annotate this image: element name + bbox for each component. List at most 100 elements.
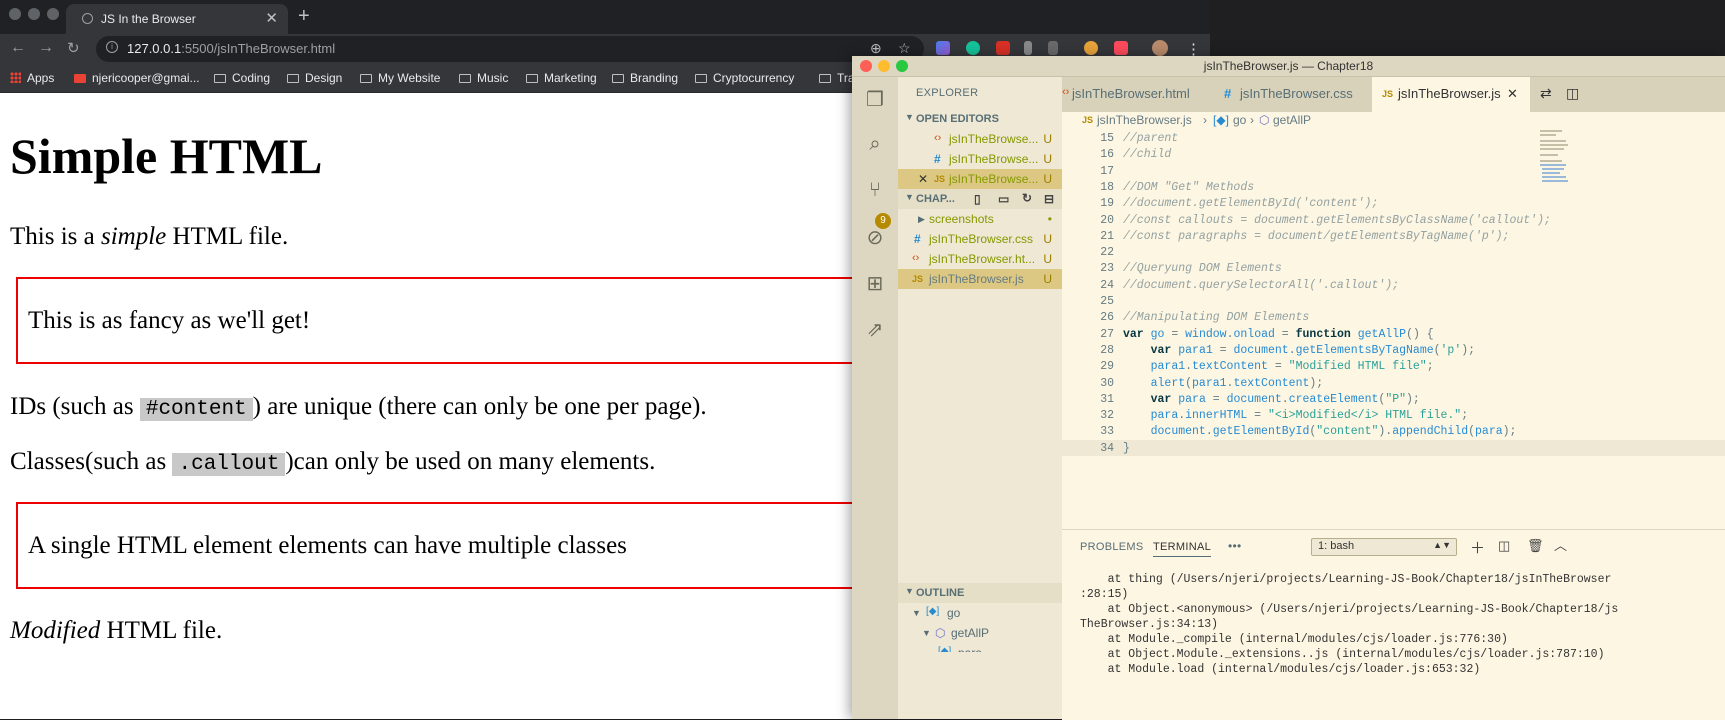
folder-icon [612,74,624,83]
tab-problems[interactable]: PROBLEMS [1080,541,1144,553]
extension-icon[interactable] [1114,41,1128,55]
close-icon[interactable]: ✕ [918,172,928,186]
more-actions-icon[interactable]: ••• [1228,539,1242,553]
new-tab-icon[interactable]: + [298,5,310,28]
close-tab-icon[interactable]: ✕ [265,9,278,27]
split-terminal-icon[interactable]: ◫ [1498,538,1510,554]
bookmark-design[interactable]: Design [287,71,342,85]
back-icon[interactable]: ← [10,39,26,57]
file-tree-item[interactable]: ‹› jsInTheBrowser.ht... U [898,249,1062,269]
code-line[interactable]: var para = document.createElement("P"); [1123,393,1420,406]
bookmark-gmail[interactable]: njericooper@gmai... [74,71,200,85]
code-line[interactable]: //const paragraphs = document/getElement… [1123,230,1509,243]
breadcrumb-function[interactable]: getAllP [1273,113,1311,127]
extension-icon[interactable] [996,41,1010,55]
extension-icon[interactable] [1084,41,1098,55]
chevron-updown-icon: ▲▼ [1433,540,1451,550]
code-line[interactable]: //document.querySelectorAll('.callout'); [1123,279,1399,292]
reload-icon[interactable]: ↻ [67,39,80,57]
code-line[interactable]: //Manipulating DOM Elements [1123,311,1309,324]
search-icon[interactable]: ⌕ [862,133,888,159]
open-editors-header[interactable]: ▼ OPEN EDITORS [898,109,1062,129]
bookmark-my-website[interactable]: My Website [360,71,440,85]
open-editor-item[interactable]: ‹› jsInTheBrowse... U [898,129,1062,149]
bookmark-star-icon[interactable]: ☆ [898,40,911,57]
source-control-icon[interactable]: ⑂ [862,179,888,205]
tab-html[interactable]: ‹› jsInTheBrowser.html [1062,77,1214,112]
url-text[interactable]: 127.0.0.1:5500/jsInTheBrowser.html [127,41,335,56]
code-line[interactable]: document.getElementById("content").appen… [1123,425,1517,438]
code-line[interactable]: //const callouts = document.getElementsB… [1123,214,1551,227]
bookmark-coding[interactable]: Coding [214,71,270,85]
extensions-icon[interactable]: ⊞ [862,271,888,297]
forward-icon[interactable]: → [38,39,54,57]
avatar[interactable] [1152,40,1168,56]
code-line[interactable]: //Queryung DOM Elements [1123,262,1282,275]
code-line[interactable]: } [1123,442,1130,455]
new-folder-icon[interactable]: ▭ [998,192,1009,206]
outline-header[interactable]: ▼ OUTLINE [898,583,1062,603]
outline-item[interactable]: ▼ [◆] go [898,603,1062,623]
url-host: 127.0.0.1 [127,41,182,56]
close-tab-icon[interactable]: ✕ [1507,86,1518,102]
tab-js[interactable]: JS jsInTheBrowser.js ✕ [1372,77,1530,112]
bookmark-branding[interactable]: Branding [612,71,678,85]
breadcrumb-symbol[interactable]: go [1233,113,1246,127]
chevron-up-icon[interactable]: ︿ [1554,535,1567,554]
folder-icon [695,74,707,83]
live-share-icon[interactable]: ⇗ [862,317,888,343]
bookmark-cryptocurrency[interactable]: Cryptocurrency [695,71,794,85]
outline-item[interactable]: ▼ ⬡ getAllP [898,623,1062,643]
breadcrumb-file[interactable]: jsInTheBrowser.js [1097,113,1192,127]
outline-item[interactable]: [◆] para [898,643,1062,652]
code-line[interactable]: //parent [1123,132,1178,145]
code-line[interactable]: alert(para1.textContent); [1123,377,1324,390]
terminal-select[interactable]: 1: bash ▲▼ [1311,538,1457,556]
code-line[interactable]: var para1 = document.getElementsByTagNam… [1123,344,1475,357]
paragraph-intro: This is a simple HTML file. [10,223,289,250]
browser-tab[interactable]: JS In the Browser ✕ [66,4,288,34]
code-line[interactable]: var go = window.onload = function getAll… [1123,328,1434,341]
refresh-icon[interactable]: ↻ [1022,191,1032,205]
add-terminal-icon[interactable]: ＋ [1470,537,1485,558]
new-file-icon[interactable]: ▯ [974,192,981,206]
split-compare-icon[interactable]: ⇄ [1540,85,1552,102]
tab-css[interactable]: # jsInTheBrowser.css [1214,77,1372,112]
bookmark-music[interactable]: Music [459,71,508,85]
zoom-icon[interactable]: ⊕ [870,40,882,57]
split-editor-icon[interactable]: ◫ [1566,85,1579,102]
open-editor-item[interactable]: ✕ JS jsInTheBrowse... U [898,169,1062,189]
line-number: 27 [1100,327,1114,341]
maximize-window-button[interactable] [47,8,59,20]
code-editor[interactable]: 15 //parent 16 //child 17 18 //DOM "Get" Metho… [1062,130,1725,528]
folder-header[interactable]: ▼ CHAP... ▯ ▭ ↻ ⊟ [898,189,1062,209]
minimize-window-button[interactable] [28,8,40,20]
bookmark-apps[interactable]: Apps [10,71,54,85]
code-line[interactable]: //document.getElementById('content'); [1123,197,1378,210]
extension-icon[interactable] [936,41,950,55]
file-tree-item[interactable]: # jsInTheBrowser.css U [898,229,1062,249]
bookmark-marketing[interactable]: Marketing [526,71,597,85]
minimap[interactable] [1540,130,1570,190]
debug-icon[interactable]: ⊘ [862,225,888,251]
trash-icon[interactable]: 🗑 [1527,538,1544,554]
code-line[interactable]: //DOM "Get" Methods [1123,181,1254,194]
code-line[interactable]: para1.textContent = "Modified HTML file"… [1123,360,1434,373]
explorer-icon[interactable]: ❐ [862,87,888,113]
folder-icon [819,74,831,83]
file-tree-item[interactable]: ▶ screenshots • [898,209,1062,229]
code-line[interactable]: para.innerHTML = "<i>Modified</i> HTML f… [1123,409,1469,422]
tab-terminal[interactable]: TERMINAL [1153,541,1212,557]
file-tree-item[interactable]: JS jsInTheBrowser.js U [898,269,1062,289]
open-editor-item[interactable]: # jsInTheBrowse... U [898,149,1062,169]
grammarly-icon[interactable] [966,41,980,55]
close-window-button[interactable] [9,8,21,20]
terminal-output[interactable]: at thing (/Users/njeri/projects/Learning… [1080,572,1725,677]
code-line[interactable]: //child [1123,148,1171,161]
collapse-all-icon[interactable]: ⊟ [1044,192,1054,206]
extension-icon[interactable] [1048,41,1058,55]
extension-icon[interactable] [1024,41,1032,55]
info-icon[interactable]: i [106,41,118,53]
css-file-icon: # [1224,86,1232,101]
address-bar[interactable]: i 127.0.0.1:5500/jsInTheBrowser.html ⊕ ☆ [96,36,924,62]
